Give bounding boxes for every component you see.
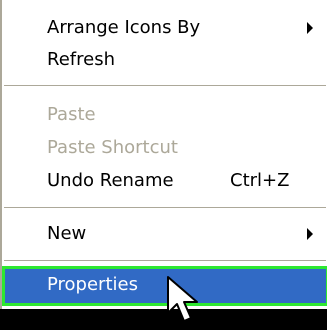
menu-item-undo-rename[interactable]: Undo Rename Ctrl+Z — [2, 162, 327, 200]
menu-item-label: Arrange Icons By — [47, 17, 201, 38]
menu-item-properties[interactable]: Properties — [2, 266, 327, 306]
submenu-arrow-icon — [307, 22, 313, 34]
menu-item-label: New — [47, 223, 87, 244]
menu-item-label: Properties — [47, 274, 138, 295]
menu-item-label: Paste Shortcut — [47, 137, 178, 158]
menu-item-refresh[interactable]: Refresh — [2, 41, 327, 79]
menu-separator — [4, 260, 326, 261]
arrow-cursor-icon — [167, 276, 198, 322]
menu-item-shortcut: Ctrl+Z — [230, 170, 290, 191]
context-menu: Arrange Icons By Refresh Paste Paste Sho… — [0, 0, 327, 309]
menu-item-label: Refresh — [47, 49, 115, 70]
menu-separator — [4, 207, 326, 208]
menu-item-new[interactable]: New — [2, 215, 327, 253]
menu-item-label: Undo Rename — [47, 170, 174, 191]
submenu-arrow-icon — [307, 228, 313, 240]
menu-item-label: Paste — [47, 104, 96, 125]
menu-separator — [4, 85, 326, 86]
